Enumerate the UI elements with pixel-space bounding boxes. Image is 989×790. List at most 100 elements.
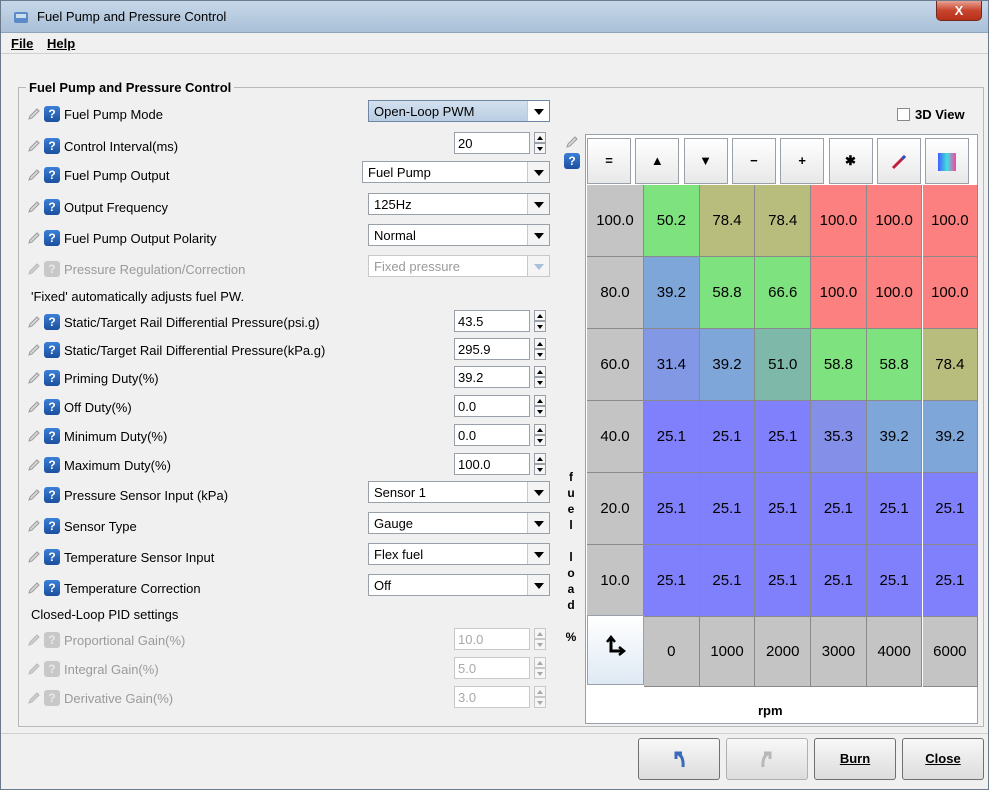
subtract-button[interactable]: −	[731, 138, 776, 184]
load-axis-cell[interactable]: 60.0	[587, 329, 644, 401]
table-cell[interactable]: 39.2	[699, 329, 756, 401]
load-axis-cell[interactable]: 80.0	[587, 257, 644, 329]
help-icon[interactable]: ?	[44, 138, 60, 154]
menu-help[interactable]: Help	[37, 34, 75, 51]
temp-sensor-input-select[interactable]: Flex fuel	[368, 543, 550, 565]
pencil-icon[interactable]	[26, 167, 42, 183]
table-cell[interactable]: 100.0	[922, 185, 979, 257]
spinner-up-button[interactable]	[534, 338, 546, 349]
3d-view-checkbox[interactable]: 3D View	[897, 107, 965, 122]
table-cell[interactable]: 25.1	[699, 473, 756, 545]
load-axis-cell[interactable]: 20.0	[587, 473, 644, 545]
table-cell[interactable]: 58.8	[866, 329, 923, 401]
help-icon[interactable]: ?	[44, 457, 60, 473]
table-cell[interactable]: 39.2	[922, 401, 979, 473]
color-map-button[interactable]	[925, 138, 970, 184]
fuel-pump-output-select[interactable]: Fuel Pump	[362, 161, 550, 183]
undo-button[interactable]	[638, 738, 720, 780]
table-cell[interactable]: 39.2	[866, 401, 923, 473]
axis-swap-button[interactable]	[587, 615, 644, 685]
pencil-icon[interactable]	[26, 399, 42, 415]
priming-duty-input[interactable]: 39.2	[454, 366, 530, 388]
table-cell[interactable]: 25.1	[922, 545, 979, 617]
table-cell[interactable]: 100.0	[811, 185, 867, 257]
pencil-icon[interactable]	[26, 428, 42, 444]
burn-button[interactable]: Burn	[814, 738, 896, 780]
table-cell[interactable]: 78.4	[699, 185, 756, 257]
static-kpa-input[interactable]: 295.9	[454, 338, 530, 360]
output-frequency-select[interactable]: 125Hz	[368, 193, 550, 215]
spinner-up-button[interactable]	[534, 424, 546, 435]
help-icon[interactable]: ?	[44, 167, 60, 183]
add-button[interactable]: +	[780, 138, 825, 184]
pencil-icon[interactable]	[26, 487, 42, 503]
table-cell[interactable]: 25.1	[755, 401, 812, 473]
pencil-icon[interactable]	[26, 199, 42, 215]
pressure-sensor-input-select[interactable]: Sensor 1	[368, 481, 550, 503]
spinner-down-button[interactable]	[534, 377, 546, 388]
table-cell[interactable]: 100.0	[866, 257, 923, 329]
help-icon[interactable]: ?	[44, 487, 60, 503]
rpm-axis-cell[interactable]: 4000	[866, 617, 923, 687]
rpm-axis-cell[interactable]: 3000	[811, 617, 867, 687]
pencil-icon[interactable]	[26, 138, 42, 154]
help-icon[interactable]: ?	[44, 342, 60, 358]
load-axis-cell[interactable]: 100.0	[587, 185, 644, 257]
spinner-up-button[interactable]	[534, 366, 546, 377]
table-cell[interactable]: 25.1	[866, 473, 923, 545]
spinner-up-button[interactable]	[534, 310, 546, 321]
rpm-axis-cell[interactable]: 1000	[699, 617, 756, 687]
table-cell[interactable]: 25.1	[755, 545, 812, 617]
rpm-axis-cell[interactable]: 2000	[755, 617, 812, 687]
spinner-up-button[interactable]	[534, 453, 546, 464]
max-duty-input[interactable]: 100.0	[454, 453, 530, 475]
table-cell[interactable]: 39.2	[644, 257, 700, 329]
spinner-down-button[interactable]	[534, 143, 546, 154]
pencil-icon[interactable]	[26, 370, 42, 386]
pencil-icon[interactable]	[26, 106, 42, 122]
decrement-button[interactable]: ▼	[683, 138, 728, 184]
temp-correction-select[interactable]: Off	[368, 574, 550, 596]
table-cell[interactable]: 100.0	[811, 257, 867, 329]
table-cell[interactable]: 25.1	[699, 401, 756, 473]
table-cell[interactable]: 58.8	[699, 257, 756, 329]
table-cell[interactable]: 78.4	[755, 185, 812, 257]
help-icon[interactable]: ?	[564, 153, 580, 169]
window-close-button[interactable]: X	[936, 1, 982, 21]
help-icon[interactable]: ?	[44, 428, 60, 444]
table-cell[interactable]: 31.4	[644, 329, 700, 401]
pencil-icon[interactable]	[26, 342, 42, 358]
help-icon[interactable]: ?	[44, 106, 60, 122]
output-polarity-select[interactable]: Normal	[368, 224, 550, 246]
spinner-down-button[interactable]	[534, 406, 546, 417]
table-cell[interactable]: 50.2	[644, 185, 700, 257]
menu-file[interactable]: File	[1, 34, 33, 51]
table-cell[interactable]: 25.1	[644, 401, 700, 473]
help-icon[interactable]: ?	[44, 199, 60, 215]
pencil-icon[interactable]	[26, 549, 42, 565]
help-icon[interactable]: ?	[44, 549, 60, 565]
min-duty-input[interactable]: 0.0	[454, 424, 530, 446]
sensor-type-select[interactable]: Gauge	[368, 512, 550, 534]
set-equal-button[interactable]: =	[587, 138, 631, 184]
pencil-icon[interactable]	[26, 518, 42, 534]
pencil-icon[interactable]	[26, 230, 42, 246]
fuel-pump-mode-select[interactable]: Open-Loop PWM	[368, 100, 550, 122]
table-cell[interactable]: 66.6	[755, 257, 812, 329]
pencil-icon[interactable]	[26, 314, 42, 330]
pencil-icon[interactable]	[26, 457, 42, 473]
table-cell[interactable]: 100.0	[922, 257, 979, 329]
table-cell[interactable]: 25.1	[811, 545, 867, 617]
table-cell[interactable]: 58.8	[811, 329, 867, 401]
table-cell[interactable]: 25.1	[922, 473, 979, 545]
rpm-axis-cell[interactable]: 0	[644, 617, 700, 687]
table-cell[interactable]: 100.0	[866, 185, 923, 257]
spinner-down-button[interactable]	[534, 349, 546, 360]
checkbox-box[interactable]	[897, 108, 910, 121]
help-icon[interactable]: ?	[44, 580, 60, 596]
table-cell[interactable]: 25.1	[866, 545, 923, 617]
help-icon[interactable]: ?	[44, 314, 60, 330]
table-cell[interactable]: 78.4	[922, 329, 979, 401]
table-cell[interactable]: 25.1	[811, 473, 867, 545]
spinner-down-button[interactable]	[534, 464, 546, 475]
